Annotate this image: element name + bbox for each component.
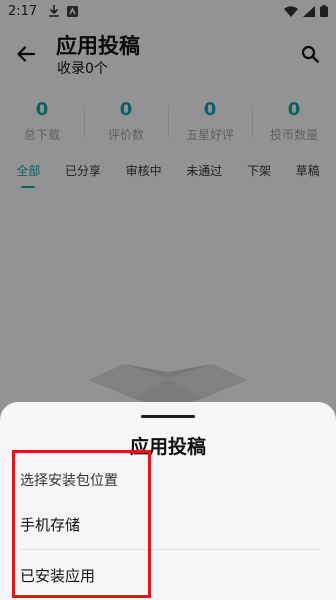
app-screen: 2:17 应用投稿 收录0个 0 总下载 0 评价数 0 五星好评 0 投币数量… — [0, 0, 336, 600]
drag-handle[interactable] — [141, 415, 195, 418]
highlight-box — [12, 450, 151, 598]
